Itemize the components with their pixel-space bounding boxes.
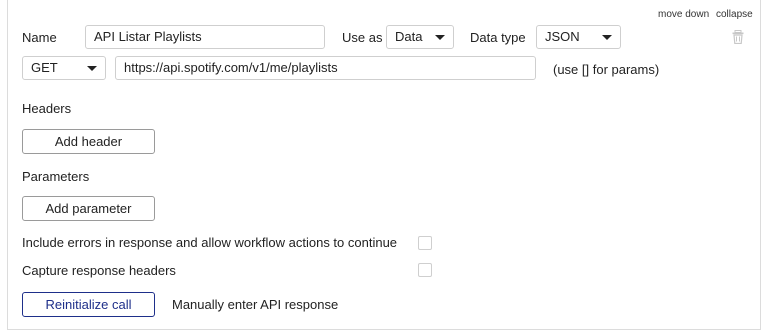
include-errors-checkbox[interactable] [418,236,432,250]
capture-headers-label: Capture response headers [22,263,176,278]
data-type-label: Data type [470,30,526,45]
use-as-select[interactable]: Data [386,25,454,49]
parameters-title: Parameters [22,169,90,184]
data-type-value: JSON [545,29,580,44]
collapse-link[interactable]: collapse [716,9,753,20]
move-down-link[interactable]: move down [658,9,709,20]
manual-entry-link[interactable]: Manually enter API response [172,297,338,312]
capture-headers-checkbox[interactable] [418,263,432,277]
name-input[interactable]: API Listar Playlists [85,25,325,49]
chevron-down-icon [602,35,612,40]
include-errors-label: Include errors in response and allow wor… [22,235,398,250]
params-hint: (use [] for params) [553,62,660,77]
method-select[interactable]: GET [22,56,106,80]
data-type-select[interactable]: JSON [536,25,621,49]
chevron-down-icon [435,35,445,40]
use-as-value: Data [395,29,423,44]
url-input[interactable]: https://api.spotify.com/v1/me/playlists [115,56,536,80]
headers-title: Headers [22,101,72,116]
reinitialize-call-button[interactable]: Reinitialize call [22,292,155,317]
chevron-down-icon [87,66,97,71]
use-as-label: Use as [342,30,383,45]
add-header-button[interactable]: Add header [22,129,155,154]
name-label: Name [22,30,57,45]
add-parameter-button[interactable]: Add parameter [22,196,155,221]
trash-icon[interactable] [731,30,745,44]
api-call-panel [7,0,761,330]
method-value: GET [31,60,58,75]
